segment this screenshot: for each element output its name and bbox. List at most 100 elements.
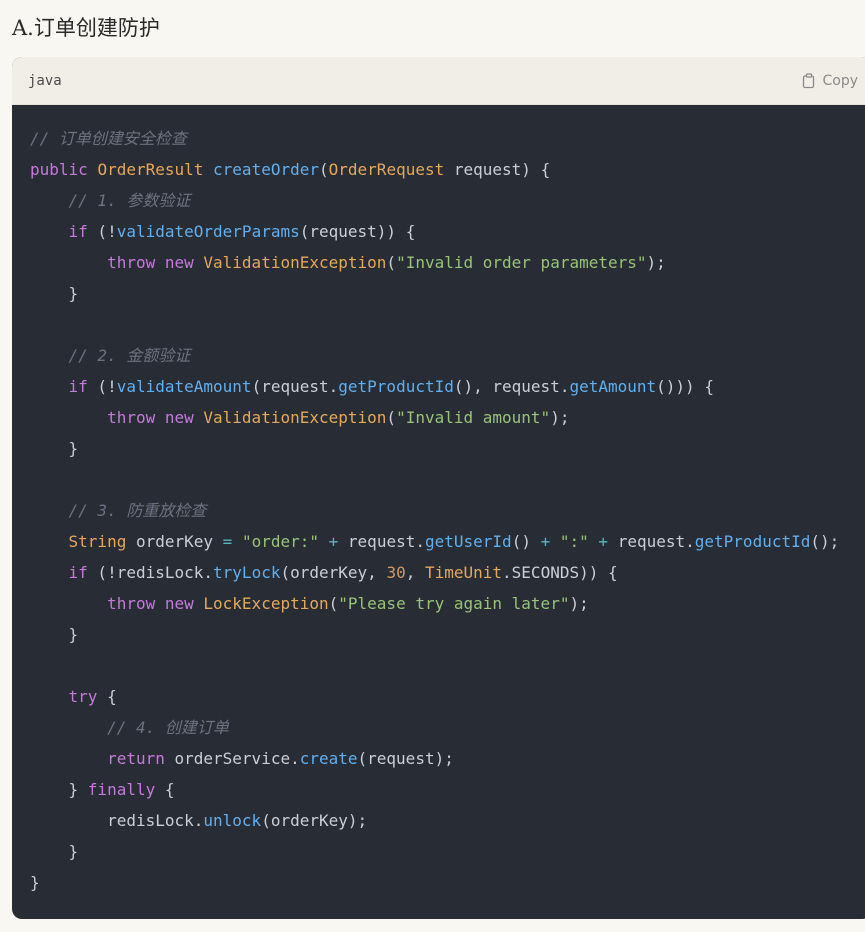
code-token: ()	[511, 532, 541, 551]
code-token: request.	[608, 532, 695, 551]
code-token: // 2. 金额验证	[68, 346, 191, 365]
code-token: return	[107, 749, 165, 768]
code-token: +	[540, 532, 551, 551]
code-token: "Invalid order parameters"	[396, 253, 647, 272]
code-token: (!redisLock.	[87, 563, 214, 582]
code-token: "Invalid amount"	[396, 408, 551, 427]
code-token: {	[97, 687, 117, 706]
code-token: throw new	[107, 408, 204, 427]
code-token: getProductId	[338, 377, 454, 396]
code-token: throw new	[107, 253, 204, 272]
code-body: // 订单创建安全检查 public OrderResult createOrde…	[12, 105, 865, 898]
code-token: getProductId	[694, 532, 811, 551]
code-token: String	[68, 532, 127, 551]
code-line: if (!validateOrderParams(request)) {	[30, 216, 854, 247]
code-line: // 3. 防重放检查	[30, 495, 854, 526]
code-token: }	[30, 842, 79, 861]
code-line: try {	[30, 681, 854, 712]
code-token: createOrder	[213, 160, 319, 179]
code-token: +	[598, 532, 609, 551]
code-token: (	[386, 408, 397, 427]
code-token: );	[569, 594, 589, 613]
copy-icon	[802, 72, 816, 89]
code-token: );	[646, 253, 666, 272]
code-token: (	[328, 594, 339, 613]
code-token: finally	[87, 780, 156, 799]
code-token: LockException	[203, 594, 329, 613]
code-line: String orderKey = "order:" + request.get…	[30, 526, 854, 557]
code-token: +	[328, 532, 339, 551]
code-language-label: java	[28, 72, 62, 89]
code-token: (	[319, 160, 329, 179]
code-token: ":"	[559, 532, 589, 551]
code-token: ())) {	[656, 377, 714, 396]
code-token: // 4. 创建订单	[107, 718, 229, 737]
code-token: getAmount	[569, 377, 657, 396]
code-block-header: java Copy	[12, 57, 865, 105]
code-token: (request);	[357, 749, 454, 768]
code-token: }	[30, 284, 79, 303]
code-token: TimeUnit	[424, 563, 503, 582]
code-line: }	[30, 867, 854, 898]
code-token: .SECONDS)) {	[502, 563, 618, 582]
code-block: java Copy // 订单创建安全检查 public OrderResult …	[12, 57, 865, 919]
code-line: } finally {	[30, 774, 854, 805]
code-line: }	[30, 836, 854, 867]
code-token: OrderRequest	[328, 160, 445, 179]
code-token: if	[68, 222, 88, 241]
code-token: (!	[87, 377, 117, 396]
code-line: // 订单创建安全检查	[30, 123, 854, 154]
code-token: request.	[338, 532, 425, 551]
code-token: (	[386, 253, 397, 272]
code-token: // 订单创建安全检查	[30, 129, 187, 148]
code-token: getUserId	[424, 532, 512, 551]
code-line: redisLock.unlock(orderKey);	[30, 805, 854, 836]
code-token: "order:"	[241, 532, 319, 551]
code-line: if (!validateAmount(request.getProductId…	[30, 371, 854, 402]
code-token: tryLock	[213, 563, 281, 582]
code-token: 30	[386, 563, 406, 582]
code-token: "Please try again later"	[338, 594, 570, 613]
code-token: ValidationException	[203, 408, 387, 427]
code-token: }	[30, 873, 40, 892]
code-line: // 4. 创建订单	[30, 712, 854, 743]
code-token: if	[68, 563, 88, 582]
code-line: }	[30, 433, 854, 464]
code-token: request) {	[444, 160, 551, 179]
code-token: validateOrderParams	[116, 222, 300, 241]
code-line: }	[30, 278, 854, 309]
code-line: public OrderResult createOrder(OrderRequ…	[30, 154, 854, 185]
code-token: orderKey	[126, 532, 223, 551]
code-token: {	[155, 780, 175, 799]
code-token: // 3. 防重放检查	[68, 501, 207, 520]
code-token: redisLock.	[30, 811, 204, 830]
copy-button-label: Copy	[822, 72, 858, 89]
code-token: (orderKey);	[261, 811, 368, 830]
code-line: throw new ValidationException("Invalid o…	[30, 247, 854, 278]
copy-button[interactable]: Copy	[802, 73, 864, 89]
code-token: unlock	[203, 811, 262, 830]
code-line: // 1. 参数验证	[30, 185, 854, 216]
code-token: }	[30, 625, 79, 644]
code-line: // 2. 金额验证	[30, 340, 854, 371]
code-token: (), request.	[453, 377, 570, 396]
code-line: throw new LockException("Please try agai…	[30, 588, 854, 619]
code-token: ValidationException	[203, 253, 387, 272]
code-line: }	[30, 619, 854, 650]
